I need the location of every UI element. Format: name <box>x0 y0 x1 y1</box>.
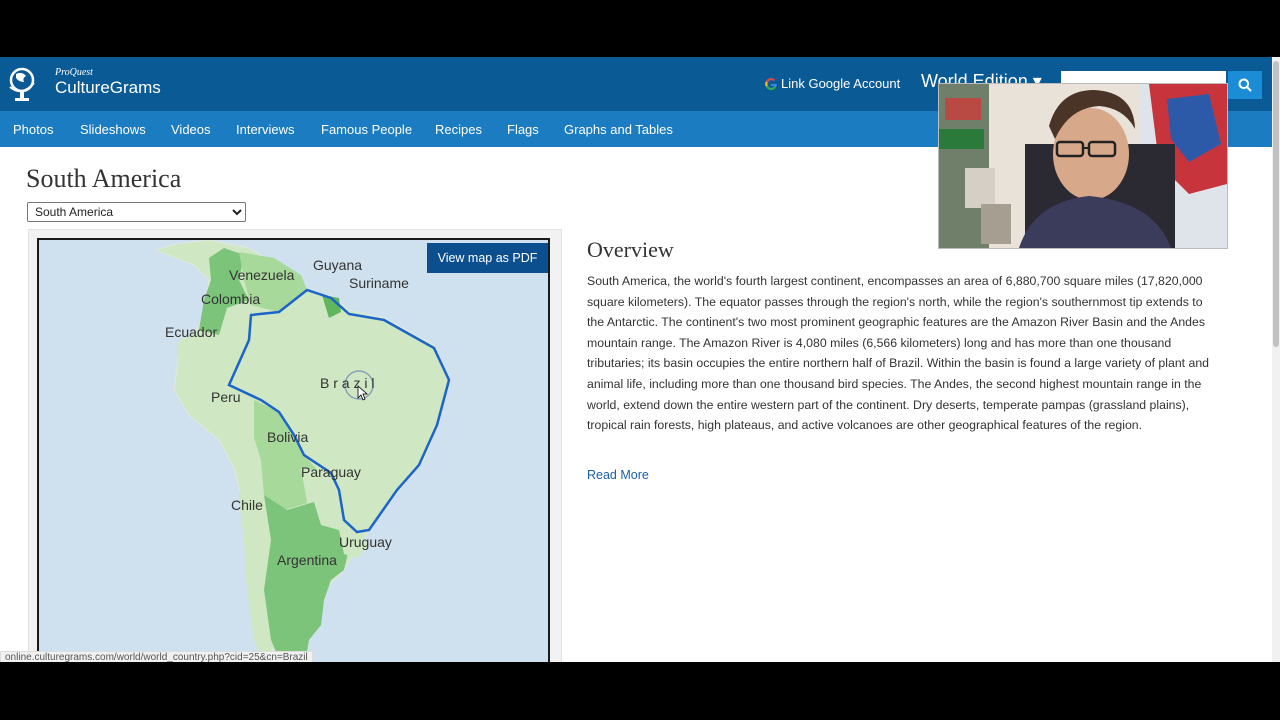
globe-logo-icon[interactable] <box>6 65 38 103</box>
nav-photos[interactable]: Photos <box>13 122 53 137</box>
search-icon <box>1238 78 1252 92</box>
region-select[interactable]: South America <box>27 202 246 222</box>
map-label-bolivia[interactable]: Bolivia <box>267 429 308 445</box>
page-title: South America <box>26 164 182 193</box>
page-scrollbar[interactable] <box>1272 57 1280 662</box>
map-label-colombia[interactable]: Colombia <box>201 291 260 307</box>
google-link-label: Link Google Account <box>781 76 901 91</box>
bottom-letterbox <box>0 662 1280 720</box>
google-icon <box>765 77 777 90</box>
nav-slideshows[interactable]: Slideshows <box>80 122 146 137</box>
map-label-suriname[interactable]: Suriname <box>349 275 409 291</box>
nav-recipes[interactable]: Recipes <box>435 122 482 137</box>
map-label-guyana[interactable]: Guyana <box>313 257 362 273</box>
view-map-pdf-button[interactable]: View map as PDF <box>427 243 548 273</box>
nav-graphs-and-tables[interactable]: Graphs and Tables <box>564 122 673 137</box>
browser-viewport: ProQuest CultureGrams Link Google Accoun… <box>0 57 1280 662</box>
map-label-chile[interactable]: Chile <box>231 497 263 513</box>
overview-paragraph: South America, the world's fourth larges… <box>587 274 1210 433</box>
map-label-argentina[interactable]: Argentina <box>277 552 337 568</box>
region-map[interactable]: Venezuela Guyana Suriname Colombia Ecuad… <box>37 238 550 662</box>
map-label-peru[interactable]: Peru <box>211 389 241 405</box>
map-label-ecuador[interactable]: Ecuador <box>165 324 217 340</box>
search-button[interactable] <box>1228 71 1262 99</box>
map-label-uruguay[interactable]: Uruguay <box>339 534 392 550</box>
map-label-brazil[interactable]: B r a z i l <box>320 375 374 391</box>
top-letterbox <box>0 0 1280 57</box>
nav-interviews[interactable]: Interviews <box>236 122 295 137</box>
nav-videos[interactable]: Videos <box>171 122 211 137</box>
nav-flags[interactable]: Flags <box>507 122 539 137</box>
logo-product: CultureGrams <box>55 78 161 97</box>
map-label-venezuela[interactable]: Venezuela <box>229 267 295 283</box>
south-america-map[interactable]: Venezuela Guyana Suriname Colombia Ecuad… <box>39 240 550 662</box>
webcam-video-feed <box>939 84 1227 248</box>
browser-status-url: online.culturegrams.com/world/world_coun… <box>0 651 313 662</box>
map-label-paraguay[interactable]: Paraguay <box>301 464 361 480</box>
link-google-account[interactable]: Link Google Account <box>764 76 900 91</box>
site-logo[interactable]: ProQuest CultureGrams <box>55 68 161 98</box>
logo-publisher: ProQuest <box>55 67 93 78</box>
webcam-overlay <box>938 83 1228 249</box>
nav-famous-people[interactable]: Famous People <box>321 122 412 137</box>
overview-heading: Overview <box>587 237 674 262</box>
read-more-link[interactable]: Read More <box>587 468 649 482</box>
scrollbar-thumb[interactable] <box>1273 61 1279 347</box>
